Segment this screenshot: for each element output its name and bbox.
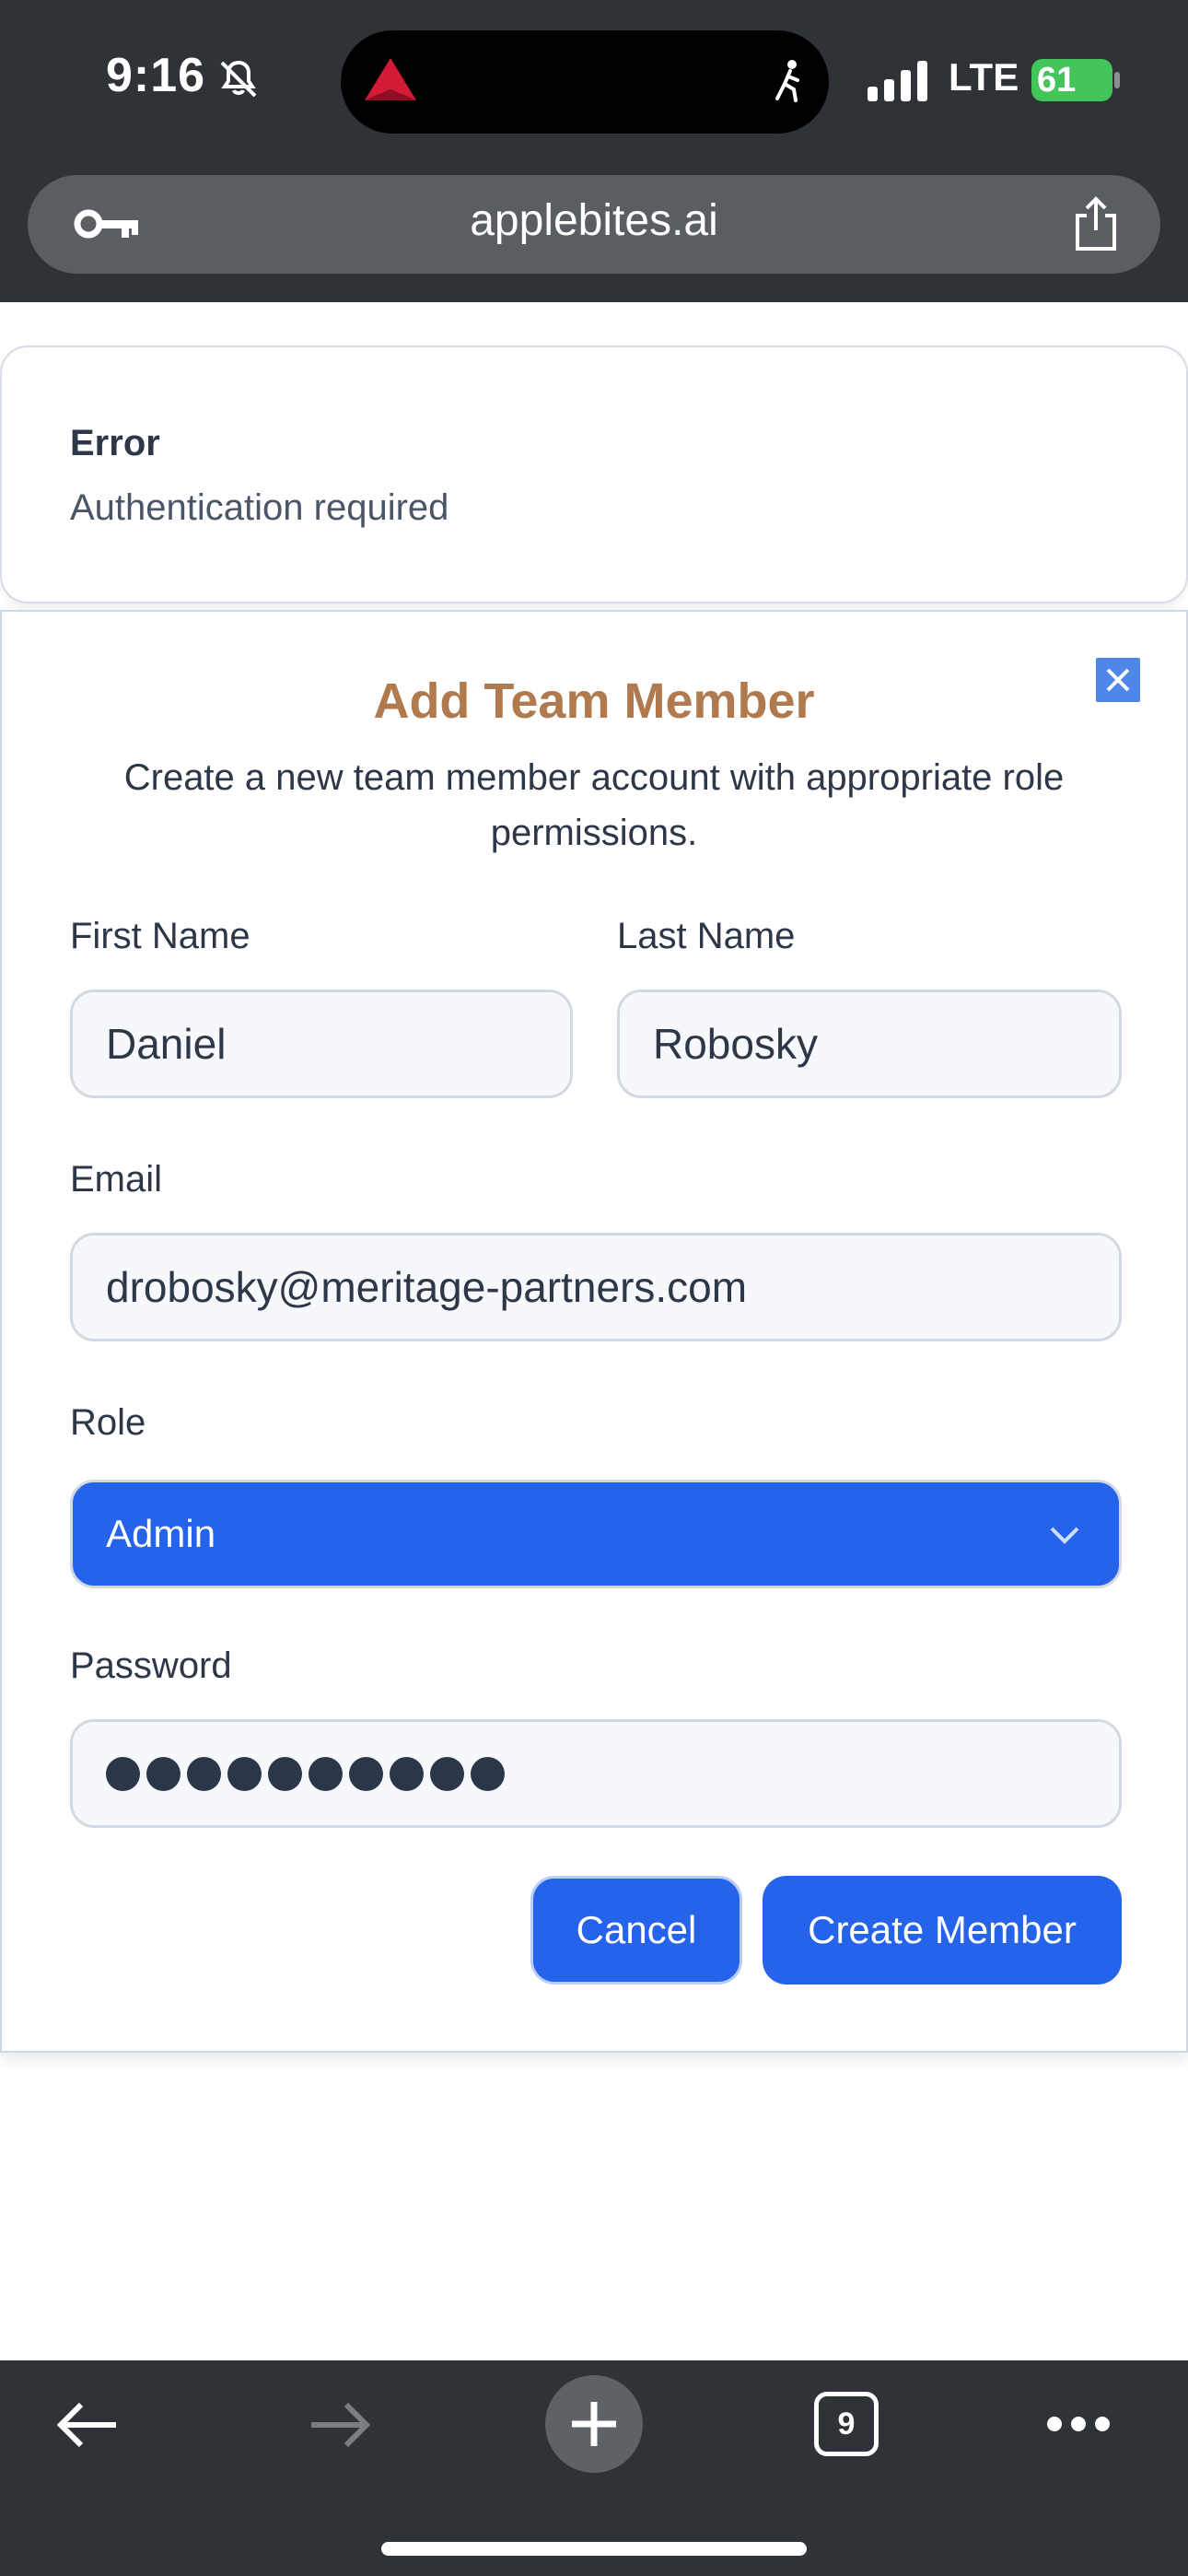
tab-switcher-button[interactable]: 9 [814, 2392, 879, 2456]
back-arrow-icon[interactable] [53, 2397, 120, 2453]
first-name-field[interactable]: Daniel [70, 989, 573, 1098]
bell-muted-icon [220, 60, 257, 98]
add-team-member-dialog: Add Team Member Create a new team member… [0, 610, 1188, 2053]
plus-icon [572, 2402, 616, 2446]
password-dot [146, 1756, 181, 1791]
home-indicator [381, 2542, 807, 2556]
forward-arrow-icon[interactable] [308, 2397, 374, 2453]
error-message: Authentication required [70, 487, 449, 528]
more-options-icon[interactable] [1046, 2416, 1111, 2432]
email-label: Email [70, 1159, 163, 1200]
last-name-value: Robosky [653, 1020, 818, 1068]
role-value: Admin [106, 1512, 216, 1555]
walking-icon [775, 60, 799, 102]
role-select[interactable]: Admin [70, 1480, 1122, 1588]
airline-logo-icon [365, 58, 416, 100]
share-icon[interactable] [1070, 195, 1122, 252]
email-value: drobosky@meritage-partners.com [106, 1263, 748, 1311]
password-dot [106, 1756, 140, 1791]
status-time: 9:16 [106, 49, 206, 102]
last-name-field[interactable]: Robosky [617, 989, 1122, 1098]
url-text[interactable]: applebites.ai [28, 195, 1160, 246]
password-dot [309, 1756, 343, 1791]
first-name-label: First Name [70, 916, 250, 956]
first-name-value: Daniel [106, 1020, 227, 1068]
tab-count: 9 [837, 2406, 856, 2441]
password-field[interactable] [70, 1719, 1122, 1828]
password-dot [227, 1756, 262, 1791]
password-label: Password [70, 1645, 232, 1686]
password-dot [390, 1756, 424, 1791]
network-type: LTE [949, 55, 1019, 99]
browser-top-chrome: 9:16 LTE 61 applebites.ai [0, 0, 1188, 302]
password-dot [268, 1756, 302, 1791]
new-tab-button[interactable] [545, 2375, 643, 2473]
password-dot [187, 1756, 221, 1791]
chevron-down-icon [1050, 1527, 1079, 1544]
create-member-button[interactable]: Create Member [763, 1876, 1122, 1985]
battery-percent: 61 [1037, 61, 1077, 100]
email-field[interactable]: drobosky@meritage-partners.com [70, 1233, 1122, 1341]
dialog-description: Create a new team member account with ap… [123, 757, 1065, 853]
cancel-button[interactable]: Cancel [530, 1876, 742, 1985]
password-dot [349, 1756, 383, 1791]
password-dot [430, 1756, 464, 1791]
last-name-label: Last Name [617, 916, 796, 956]
role-label: Role [70, 1402, 146, 1443]
password-dot [471, 1756, 505, 1791]
dialog-title: Add Team Member [373, 673, 815, 729]
cellular-signal-icon [868, 61, 927, 101]
battery-icon: 61 [1031, 59, 1120, 101]
dynamic-island [341, 30, 829, 134]
error-alert: Error Authentication required [0, 345, 1188, 603]
password-mask [106, 1756, 505, 1791]
error-title: Error [70, 423, 160, 463]
address-bar[interactable]: applebites.ai [28, 175, 1160, 274]
